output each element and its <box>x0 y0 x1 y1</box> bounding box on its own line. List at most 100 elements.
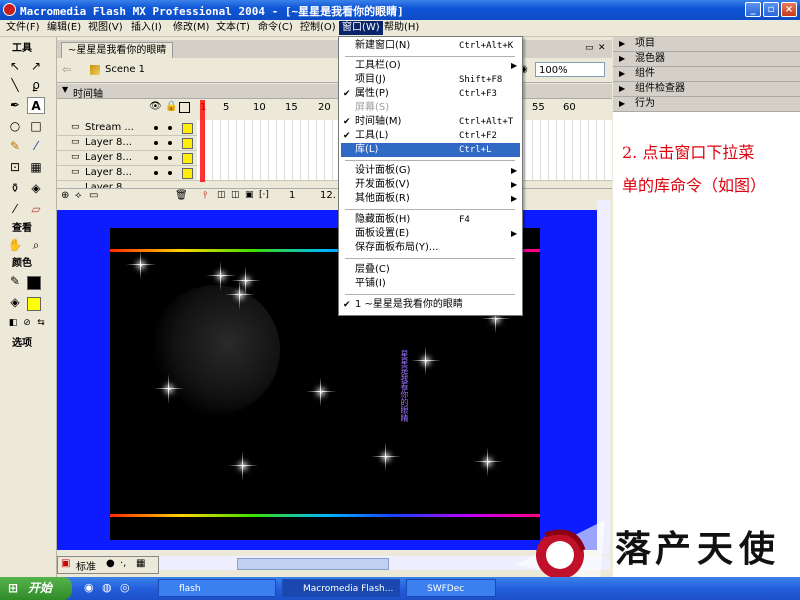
menu-item-tools[interactable]: ✔ 工具(L) Ctrl+F2 <box>341 129 520 143</box>
menu-item-project[interactable]: 项目(J) Shift+F8 <box>341 73 520 87</box>
subselect-tool-icon[interactable]: ↗ <box>27 58 45 75</box>
center-frame-icon[interactable]: ⫯ <box>203 190 207 201</box>
minimize-button[interactable]: _ <box>745 2 761 17</box>
layer-row[interactable]: ▭ Layer 8... <box>57 150 197 166</box>
menu-item-properties[interactable]: ✔ 属性(P) Ctrl+F3 <box>341 87 520 101</box>
menu-help[interactable]: 帮助(H) <box>381 21 422 35</box>
close-document-icon[interactable]: ✕ <box>598 43 606 53</box>
swap-colors-icon[interactable]: ⇆ <box>32 315 50 332</box>
menu-item-other-panels[interactable]: 其他面板(R) ▶ <box>341 192 520 206</box>
panel-component-inspector[interactable]: ▶ 组件检查器 <box>613 82 800 97</box>
menu-commands[interactable]: 命令(C) <box>255 21 296 35</box>
fill-color-swatch[interactable] <box>27 297 41 311</box>
pen-tool-icon[interactable]: ✒ <box>6 97 24 114</box>
menu-file[interactable]: 文件(F) <box>3 21 43 35</box>
pencil-tool-icon[interactable]: ✎ <box>6 138 24 155</box>
panel-menu-icon[interactable]: ▭ <box>585 43 594 53</box>
fill-color-icon[interactable]: ◈ <box>6 294 24 311</box>
text-tool-icon[interactable]: A <box>27 97 45 114</box>
menu-item-hide-panels[interactable]: 隐藏面板(H) F4 <box>341 213 520 227</box>
menu-edit[interactable]: 编辑(E) <box>44 21 84 35</box>
menu-view[interactable]: 视图(V) <box>85 21 126 35</box>
menu-item-timeline[interactable]: ✔ 时间轴(M) Ctrl+Alt+T <box>341 115 520 129</box>
add-guide-layer-icon[interactable]: ⟡ <box>75 190 82 201</box>
zoom-tool-icon[interactable]: ⌕ <box>27 237 45 254</box>
punctuation-icon[interactable]: ·, <box>120 558 126 569</box>
menu-item-open-document[interactable]: ✔ 1 ~星星是我看你的眼睛 <box>341 298 520 312</box>
outline-icon[interactable] <box>179 102 190 113</box>
fill-transform-tool-icon[interactable]: ▦ <box>27 159 45 176</box>
onion-outline-icon[interactable]: ◫ <box>231 190 240 200</box>
back-arrow-icon[interactable]: ⇦ <box>62 63 71 76</box>
modify-onion-markers-icon[interactable]: [·] <box>259 190 269 200</box>
eyedropper-tool-icon[interactable]: ⁄ <box>6 201 24 218</box>
menu-item-toolbars[interactable]: 工具栏(O) ▶ <box>341 59 520 73</box>
taskbar-item-swfdec[interactable]: SWFDec <box>406 579 496 597</box>
stage-vertical-scrollbar[interactable] <box>597 200 610 555</box>
ime-icon[interactable]: ▣ <box>61 558 70 569</box>
menu-item-save-panel-layout[interactable]: 保存面板布局(Y)... <box>341 241 520 255</box>
panel-color-mixer[interactable]: ▶ 混色器 <box>613 52 800 67</box>
ink-bottle-tool-icon[interactable]: ⚱ <box>6 180 24 197</box>
scrollbar-thumb[interactable] <box>237 558 389 570</box>
free-transform-tool-icon[interactable]: ⊡ <box>6 159 24 176</box>
menu-item-cascade[interactable]: 层叠(C) <box>341 263 520 277</box>
delete-layer-icon[interactable]: 🗑 <box>175 190 188 201</box>
stroke-color-icon[interactable]: ✎ <box>6 273 24 290</box>
layer-row[interactable]: ▭ Layer 8... <box>57 135 197 151</box>
menu-separator <box>345 160 515 161</box>
soft-keyboard-icon[interactable]: ▦ <box>136 558 145 569</box>
eye-icon[interactable]: 👁 <box>149 101 162 112</box>
star-sparkle <box>371 442 401 472</box>
line-tool-icon[interactable]: ╲ <box>6 77 24 94</box>
layer-color-swatch[interactable] <box>182 168 193 179</box>
insert-layer-icon[interactable]: ⊕ <box>61 190 69 201</box>
menu-text[interactable]: 文本(T) <box>213 21 253 35</box>
menu-modify[interactable]: 修改(M) <box>170 21 212 35</box>
onion-skin-icon[interactable]: ◫ <box>217 190 226 200</box>
menu-item-design-panels[interactable]: 设计面板(G) ▶ <box>341 164 520 178</box>
zoom-select[interactable]: 100% <box>535 62 605 77</box>
hand-tool-icon[interactable]: ✋ <box>6 237 24 254</box>
layer-color-swatch[interactable] <box>182 153 193 164</box>
lock-icon[interactable]: 🔒 <box>165 101 177 112</box>
paint-bucket-tool-icon[interactable]: ◈ <box>27 180 45 197</box>
layer-row[interactable]: ▭ Layer 8... <box>57 165 197 181</box>
menu-item-library[interactable]: 库(L) Ctrl+L <box>341 143 520 157</box>
layer-color-swatch[interactable] <box>182 123 193 134</box>
panel-components[interactable]: ▶ 组件 <box>613 67 800 82</box>
lasso-tool-icon[interactable]: ϼ <box>27 77 45 94</box>
menu-item-new-window[interactable]: 新建窗口(N) Ctrl+Alt+K <box>341 39 520 53</box>
quicklaunch-desktop-icon[interactable]: ◎ <box>120 581 130 594</box>
document-tab[interactable]: ~星星是我看你的眼睛 <box>61 42 174 59</box>
stroke-color-swatch[interactable] <box>27 276 41 290</box>
menu-item-tile[interactable]: 平铺(I) <box>341 277 520 291</box>
rectangle-tool-icon[interactable]: □ <box>27 118 45 135</box>
brush-tool-icon[interactable]: ⁄ <box>27 138 45 155</box>
edit-multiple-frames-icon[interactable]: ▣ <box>245 190 254 200</box>
full-width-icon[interactable]: ● <box>106 558 115 569</box>
insert-folder-icon[interactable]: ▭ <box>89 190 98 201</box>
panel-project[interactable]: ▶ 项目 <box>613 37 800 52</box>
taskbar-item-flash-folder[interactable]: flash <box>158 579 276 597</box>
eraser-tool-icon[interactable]: ▱ <box>27 201 45 218</box>
playhead[interactable] <box>200 100 205 182</box>
panel-behaviors[interactable]: ▶ 行为 <box>613 97 800 112</box>
taskbar-item-macromedia-flash[interactable]: Macromedia Flash... <box>282 579 400 597</box>
quicklaunch-media-icon[interactable]: ◍ <box>102 581 112 594</box>
menu-control[interactable]: 控制(O) <box>297 21 339 35</box>
collapse-arrow-icon[interactable]: ▼ <box>62 85 68 94</box>
layer-color-swatch[interactable] <box>182 138 193 149</box>
menu-item-development-panels[interactable]: 开发面板(V) ▶ <box>341 178 520 192</box>
quicklaunch-browser-icon[interactable]: ◉ <box>84 581 94 594</box>
menu-insert[interactable]: 插入(I) <box>128 21 165 35</box>
start-button[interactable]: ⊞ 开始 <box>0 577 72 600</box>
input-mode-label[interactable]: 标准 <box>76 558 96 573</box>
close-button[interactable]: × <box>781 2 797 17</box>
layer-row[interactable]: ▭ Stream ... <box>57 120 197 136</box>
menu-item-panel-sets[interactable]: 面板设置(E) ▶ <box>341 227 520 241</box>
arrow-tool-icon[interactable]: ↖ <box>6 58 24 75</box>
oval-tool-icon[interactable]: ○ <box>6 118 24 135</box>
maximize-button[interactable]: ▫ <box>763 2 779 17</box>
menu-window[interactable]: 窗口(W) <box>339 21 383 35</box>
